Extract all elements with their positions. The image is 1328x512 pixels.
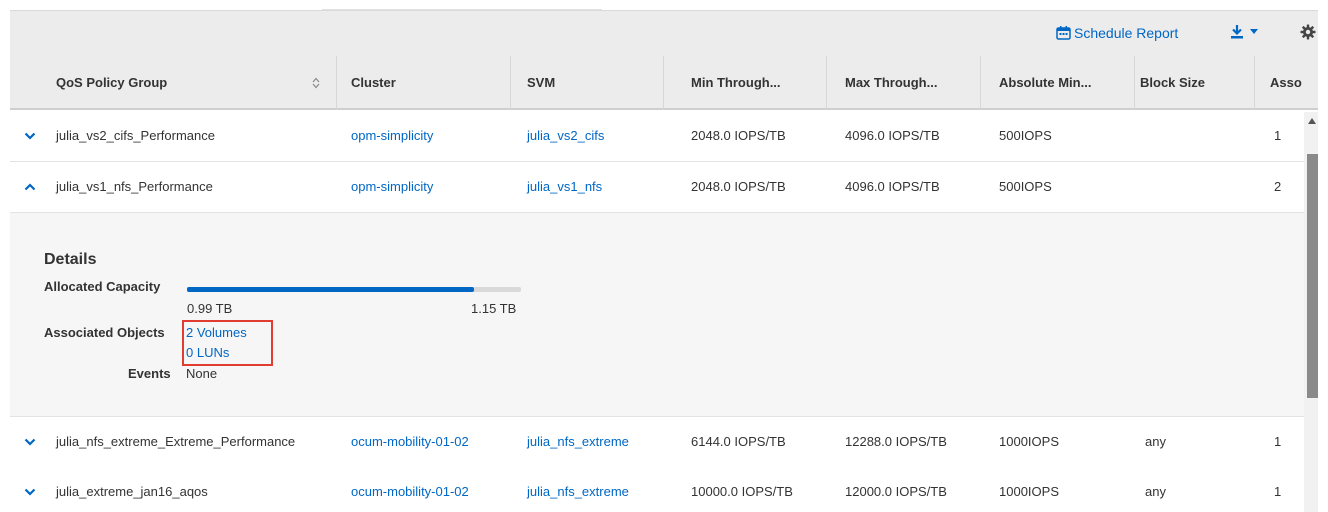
chevron-up-icon[interactable] bbox=[24, 181, 36, 193]
events-label: Events bbox=[128, 366, 171, 381]
chevron-down-icon[interactable] bbox=[24, 486, 36, 498]
column-header-absolute-min[interactable]: Absolute Min... bbox=[999, 56, 1091, 110]
column-separator bbox=[510, 56, 511, 110]
associated-count: 1 bbox=[1274, 434, 1282, 449]
top-tab-edge bbox=[322, 0, 602, 10]
download-button[interactable] bbox=[1230, 24, 1258, 39]
scroll-up-arrow-icon[interactable] bbox=[1308, 118, 1316, 124]
min-throughput-value: 2048.0 IOPS/TB bbox=[691, 179, 786, 194]
associated-count: 2 bbox=[1274, 179, 1282, 194]
table-row[interactable]: julia_vs2_cifs_Performance opm-simplicit… bbox=[10, 111, 1304, 162]
svm-link[interactable]: julia_nfs_extreme bbox=[527, 467, 629, 512]
svm-link[interactable]: julia_nfs_extreme bbox=[527, 417, 629, 467]
table-header: QoS Policy Group Cluster SVM Min Through… bbox=[10, 56, 1318, 110]
absolute-min-value: 1000IOPS bbox=[999, 434, 1059, 449]
cluster-link[interactable]: ocum-mobility-01-02 bbox=[351, 467, 469, 512]
table-row[interactable]: julia_vs1_nfs_Performance opm-simplicity… bbox=[10, 162, 1304, 213]
column-header-cluster[interactable]: Cluster bbox=[351, 56, 396, 110]
column-header-svm[interactable]: SVM bbox=[527, 56, 555, 110]
policy-group-name: julia_nfs_extreme_Extreme_Performance bbox=[56, 434, 296, 449]
max-throughput-value: 4096.0 IOPS/TB bbox=[845, 179, 940, 194]
associated-count: 1 bbox=[1274, 128, 1282, 143]
absolute-min-value: 1000IOPS bbox=[999, 484, 1059, 499]
absolute-min-value: 500IOPS bbox=[999, 179, 1052, 194]
column-header-associated[interactable]: Asso bbox=[1270, 56, 1302, 110]
column-separator bbox=[980, 56, 981, 110]
schedule-report-button[interactable]: Schedule Report bbox=[1056, 25, 1178, 41]
sort-icon[interactable] bbox=[312, 77, 320, 89]
max-throughput-value: 4096.0 IOPS/TB bbox=[845, 128, 940, 143]
column-separator bbox=[663, 56, 664, 110]
column-header-block-size[interactable]: Block Size bbox=[1140, 56, 1205, 110]
column-header-qos-policy-group[interactable]: QoS Policy Group bbox=[56, 56, 167, 110]
cluster-link[interactable]: opm-simplicity bbox=[351, 162, 433, 212]
schedule-report-label: Schedule Report bbox=[1074, 25, 1179, 41]
column-separator bbox=[826, 56, 827, 110]
calendar-icon bbox=[1056, 26, 1071, 40]
min-throughput-value: 10000.0 IOPS/TB bbox=[691, 484, 793, 499]
allocated-capacity-bar-fill bbox=[187, 287, 475, 292]
block-size-value: any bbox=[1145, 434, 1166, 449]
table-row[interactable]: julia_nfs_extreme_Extreme_Performance oc… bbox=[10, 417, 1304, 468]
min-throughput-value: 2048.0 IOPS/TB bbox=[691, 128, 786, 143]
policy-group-name: julia_vs1_nfs_Performance bbox=[56, 179, 213, 194]
absolute-min-value: 500IOPS bbox=[999, 128, 1052, 143]
svm-link[interactable]: julia_vs2_cifs bbox=[527, 111, 604, 161]
allocated-total-value: 1.15 TB bbox=[471, 301, 517, 316]
highlight-box bbox=[182, 320, 273, 366]
table-row[interactable]: julia_extreme_jan16_aqos ocum-mobility-0… bbox=[10, 467, 1304, 512]
policy-group-name: julia_extreme_jan16_aqos bbox=[56, 484, 208, 499]
cluster-link[interactable]: ocum-mobility-01-02 bbox=[351, 417, 469, 467]
column-header-max-throughput[interactable]: Max Through... bbox=[845, 56, 937, 110]
column-separator bbox=[1254, 56, 1255, 110]
top-strip bbox=[0, 0, 1328, 10]
cluster-link[interactable]: opm-simplicity bbox=[351, 111, 433, 161]
block-size-value: any bbox=[1145, 484, 1166, 499]
chevron-down-icon[interactable] bbox=[24, 436, 36, 448]
allocated-capacity-label: Allocated Capacity bbox=[44, 279, 161, 294]
download-icon bbox=[1231, 25, 1243, 39]
associated-count: 1 bbox=[1274, 484, 1282, 499]
column-header-min-throughput[interactable]: Min Through... bbox=[691, 56, 781, 110]
column-separator bbox=[1134, 56, 1135, 110]
svm-link[interactable]: julia_vs1_nfs bbox=[527, 162, 602, 212]
associated-objects-label: Associated Objects bbox=[44, 325, 165, 340]
policy-group-name: julia_vs2_cifs_Performance bbox=[56, 128, 215, 143]
events-value: None bbox=[186, 366, 218, 381]
allocated-capacity-bar bbox=[187, 287, 521, 292]
max-throughput-value: 12000.0 IOPS/TB bbox=[845, 484, 947, 499]
row-details-panel: Details Allocated Capacity 0.99 TB 1.15 … bbox=[10, 213, 1304, 417]
caret-down-icon bbox=[1250, 29, 1258, 34]
max-throughput-value: 12288.0 IOPS/TB bbox=[845, 434, 947, 449]
table-toolbar: Schedule Report bbox=[10, 10, 1318, 56]
min-throughput-value: 6144.0 IOPS/TB bbox=[691, 434, 786, 449]
details-title: Details bbox=[44, 251, 97, 268]
allocated-used-value: 0.99 TB bbox=[187, 301, 233, 316]
scrollbar-thumb[interactable] bbox=[1307, 154, 1318, 398]
gear-icon[interactable] bbox=[1300, 24, 1316, 40]
column-separator bbox=[336, 56, 337, 110]
chevron-down-icon[interactable] bbox=[24, 130, 36, 142]
